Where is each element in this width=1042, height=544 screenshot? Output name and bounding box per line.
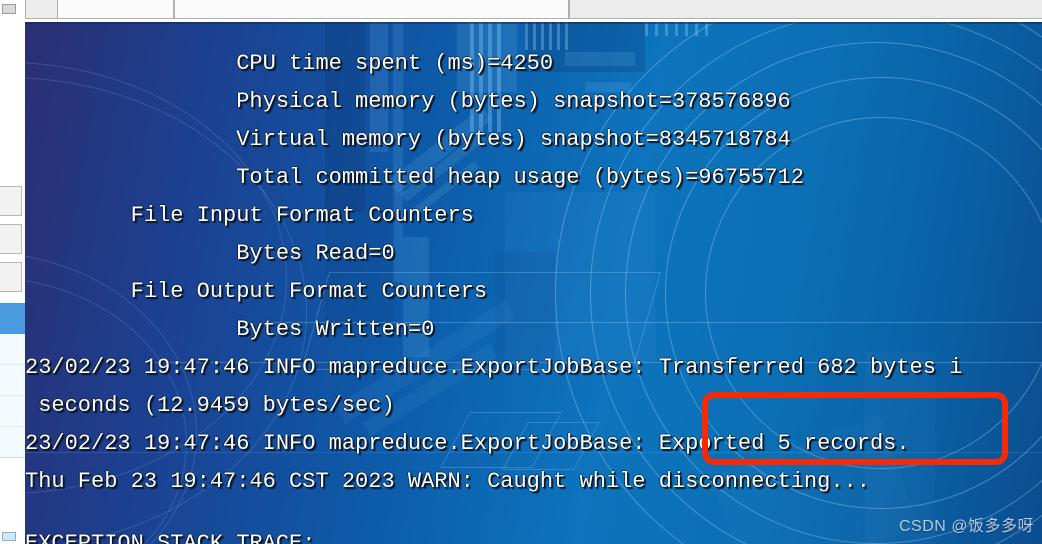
log-line-cpu-time: CPU time spent (ms)=4250 bbox=[25, 51, 554, 76]
sidebar-list-row-1[interactable] bbox=[0, 334, 25, 365]
annotation-highlight-box bbox=[702, 392, 1008, 465]
sidebar-scroll-handle[interactable] bbox=[2, 532, 16, 541]
sidebar-list-row-2[interactable] bbox=[0, 365, 25, 396]
log-line-bytes-read: Bytes Read=0 bbox=[25, 241, 395, 266]
console-log-text: CPU time spent (ms)=4250 Physical memory… bbox=[25, 22, 1042, 544]
chrome-tab-right-fragment[interactable] bbox=[569, 0, 1042, 19]
sidebar-item-2[interactable] bbox=[0, 224, 22, 254]
sidebar-selected-row[interactable] bbox=[0, 303, 25, 334]
sidebar-item-3[interactable] bbox=[0, 262, 22, 292]
log-line-file-output-counters: File Output Format Counters bbox=[25, 279, 488, 304]
sidebar-corner-button[interactable] bbox=[2, 4, 16, 14]
log-line-virtual-memory: Virtual memory (bytes) snapshot=83457187… bbox=[25, 127, 791, 152]
log-line-exception-header: EXCEPTION STACK TRACE: bbox=[25, 531, 316, 544]
screenshot-root: CPU time spent (ms)=4250 Physical memory… bbox=[0, 0, 1042, 544]
log-line-committed-heap: Total committed heap usage (bytes)=96755… bbox=[25, 165, 804, 190]
chrome-tab-fragment-b[interactable] bbox=[57, 0, 174, 19]
sidebar-item-1[interactable] bbox=[0, 186, 22, 216]
log-line-physical-memory: Physical memory (bytes) snapshot=3785768… bbox=[25, 89, 791, 114]
left-sidebar bbox=[0, 0, 25, 544]
log-line-file-input-counters: File Input Format Counters bbox=[25, 203, 474, 228]
window-chrome bbox=[0, 0, 1042, 22]
log-line-transferred: 23/02/23 19:47:46 INFO mapreduce.ExportJ… bbox=[25, 355, 963, 380]
log-line-bytes-written: Bytes Written=0 bbox=[25, 317, 435, 342]
csdn-watermark: CSDN @饭多多呀 bbox=[898, 518, 1034, 535]
sidebar-list-row-3[interactable] bbox=[0, 396, 25, 427]
chrome-tab-active-fragment[interactable] bbox=[174, 0, 569, 19]
log-line-transferred-cont: seconds (12.9459 bytes/sec) bbox=[25, 393, 395, 418]
log-line-warn-disconnect: Thu Feb 23 19:47:46 CST 2023 WARN: Caugh… bbox=[25, 469, 870, 494]
sidebar-list-row-4[interactable] bbox=[0, 427, 25, 458]
